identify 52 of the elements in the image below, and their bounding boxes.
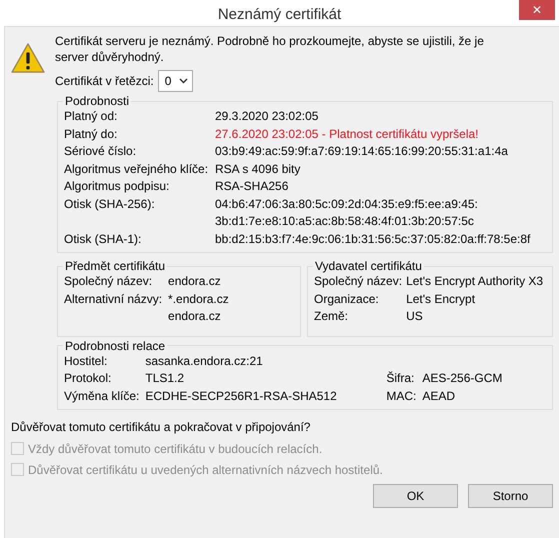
- caret-icon: [179, 78, 188, 84]
- field-value: 29.3.2020 23:02:05: [215, 108, 320, 125]
- field-label: Algoritmus veřejného klíče:: [64, 160, 210, 178]
- field-value: 04:b6:47:06:3a:80:5c:09:2d:04:35:e9:f5:ee:a9:45:: [215, 196, 479, 212]
- question-text: Důvěřovat tomuto certifikátu a pokračovat v připojování?: [11, 420, 312, 434]
- window-title: Neznámý certifikát: [218, 6, 342, 22]
- field-label: Alternativní názvy:: [64, 290, 162, 308]
- field-label: Platný do:: [64, 126, 118, 142]
- field-label: Společný název:: [314, 273, 402, 290]
- field-label: Země:: [314, 308, 350, 325]
- field-value: endora.cz: [168, 308, 222, 325]
- field-value: 27.6.2020 23:02:05 - Platnost certifikátu vypršela!: [215, 126, 480, 142]
- group-title: Předmět certifikátu: [64, 259, 166, 273]
- field-value: bb:d2:15:b3:f7:4e:9c:06:1b:31:56:5c:37:05:82:0a:ff:78:5e:8f: [215, 230, 532, 248]
- field-value: Let's Encrypt: [406, 290, 476, 308]
- field-value: AEAD: [422, 388, 456, 404]
- field-label: Šifra:: [386, 370, 416, 387]
- field-label: Otisk (SHA-256):: [64, 196, 156, 212]
- dialog-button[interactable]: Storno: [468, 484, 553, 508]
- field-label: Organizace:: [314, 290, 380, 308]
- close-button[interactable]: ✕: [519, 0, 555, 20]
- field-value: 3b:d1:7e:e8:10:a5:ac:8b:58:48:4f:01:3b:20:57:5c: [215, 213, 475, 230]
- field-label: Hostitel:: [64, 352, 108, 370]
- field-value: RSA-SHA256: [215, 178, 290, 195]
- field-label: Algoritmus podpisu:: [64, 178, 170, 195]
- message-text: Certifikát serveru je neznámý. Podrobně ho prozkoumejte, abyste se ujistili, že je server důvěryhodný.: [55, 33, 485, 65]
- field-value: Let's Encrypt Authority X3: [406, 273, 544, 290]
- group-title: Podrobnosti relace: [64, 338, 166, 352]
- dialog-button[interactable]: OK: [373, 484, 458, 508]
- field-value: endora.cz: [168, 273, 222, 290]
- field-value: ECDHE-SECP256R1-RSA-SHA512: [145, 388, 338, 404]
- field-value: *.endora.cz: [168, 290, 230, 308]
- field-value: sasanka.endora.cz:21: [145, 352, 264, 370]
- field-label: Výměna klíče:: [64, 388, 140, 404]
- field-label: Otisk (SHA-1):: [64, 230, 142, 248]
- group-title: Podrobnosti: [64, 94, 130, 108]
- checkbox-label: Vždy důvěřovat tomuto certifikátu v budoucích relacích.: [28, 442, 322, 456]
- field-label: MAC:: [386, 388, 416, 404]
- field-value: TLS1.2: [145, 370, 186, 387]
- chain-label: Certifikát v řetězci:: [55, 74, 154, 88]
- group-title: Vydavatel certifikátu: [314, 259, 423, 273]
- chain-dropdown[interactable]: 0: [158, 70, 194, 92]
- checkbox-label: Důvěřovat certifikátu u uvedených alternativních názvech hostitelů.: [28, 462, 383, 476]
- field-value: RSA s 4096 bity: [215, 160, 302, 178]
- field-label: Platný od:: [64, 108, 118, 125]
- field-label: Protokol:: [64, 370, 112, 387]
- field-value: US: [406, 308, 424, 325]
- field-label: Sériové číslo:: [64, 143, 138, 160]
- field-label: Společný název:: [64, 273, 154, 290]
- field-value: AES-256-GCM: [422, 370, 504, 387]
- warning-icon: [11, 43, 45, 73]
- field-value: 03:b9:49:ac:59:9f:a7:69:19:14:65:16:99:20:55:31:a1:4a: [215, 143, 509, 160]
